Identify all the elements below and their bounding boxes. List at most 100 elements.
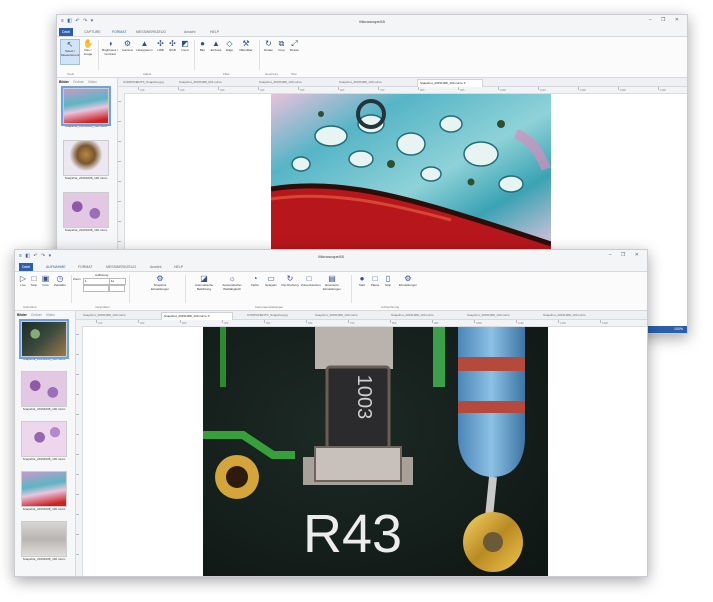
- select-measurement-button[interactable]: ↖ Select / Measurement: [60, 39, 80, 65]
- flip-drehung-button[interactable]: ↻ Flip Drehung: [281, 274, 299, 288]
- tab-help[interactable]: HELP: [171, 264, 186, 271]
- tab-datei[interactable]: Datei: [59, 28, 74, 36]
- doc-tab[interactable]: Snapshot_20151008_130.micro: [257, 79, 315, 86]
- thumbnail-item[interactable]: Snapshot_20151008_130.micro: [63, 192, 109, 233]
- image-canvas[interactable]: 1003 R43: [83, 327, 647, 576]
- snapshot-settings-button[interactable]: ⚙ Snapshot Einstellungen: [145, 274, 175, 291]
- doc-tab[interactable]: COMPONENTS_Snapshot.jpg: [245, 312, 301, 319]
- ruler-tick: [118, 161, 121, 162]
- mikrofilter-button[interactable]: ⚒ Mikrofilter: [236, 39, 256, 53]
- rotate-button[interactable]: ↻ Rotate: [262, 39, 275, 53]
- spiegeln-button[interactable]: ▭ Spiegeln: [263, 274, 279, 288]
- record-settings-button[interactable]: ⚙ Einstellungen: [397, 274, 419, 288]
- tab-messwerkzeug[interactable]: MESSWERKZEUG: [133, 29, 169, 36]
- doc-tab-active[interactable]: Snapshot_20151008_130.micro ✕: [417, 79, 483, 87]
- thumbnail-item[interactable]: Snapshot_20151008_130.micro: [21, 521, 67, 562]
- thumbnail-item[interactable]: Snapshot_20151008_130.micro: [21, 421, 67, 462]
- ruler-tick: [418, 87, 419, 90]
- tab-format[interactable]: FORMAT: [109, 29, 130, 36]
- ruler-tick: [474, 320, 475, 323]
- doc-tab[interactable]: Snapshot_20151008_130.micro: [313, 312, 377, 319]
- thumbnail-item[interactable]: Snapshot_20151008_130.micro: [21, 371, 67, 412]
- pan-image-button[interactable]: ✋ Pan / Image: [81, 39, 95, 56]
- crop-icon: ⧉: [278, 39, 285, 48]
- tab-aufnahme[interactable]: AUFNAHME: [43, 264, 69, 271]
- doc-tab[interactable]: Snapshot_20151008_130.micro: [389, 312, 453, 319]
- zoom-label: Zoom: [73, 277, 81, 281]
- hsb-button[interactable]: ✣ HSB: [155, 39, 166, 53]
- stop-button[interactable]: □ Stop: [29, 274, 39, 288]
- doc-tab[interactable]: Snapshot_20151008_130.micro: [337, 79, 395, 86]
- ruler-tick: [76, 554, 79, 555]
- tab-ansicht[interactable]: Ansicht: [181, 29, 198, 36]
- resolution-width-input[interactable]: [83, 285, 109, 292]
- doc-tab[interactable]: Snapshot_20151008_130.micro: [541, 312, 605, 319]
- document-tabs: COMPONENTS_Snapshot.jpg Snapshot_2015100…: [57, 78, 687, 87]
- ruler-label: 200: [140, 322, 145, 325]
- foto-button[interactable]: ▣ Foto: [40, 274, 51, 288]
- ruler-label: 900: [460, 89, 465, 92]
- thumbnail-sidebar: Bilder Ordner Video Snapshot_20151008_130.…: [15, 311, 76, 576]
- ruler-tick: [138, 320, 139, 323]
- thumbnail-item[interactable]: Snapshot_20151008_130.micro: [63, 140, 109, 181]
- ruler-tick: [96, 320, 97, 323]
- brightness-contrast-button[interactable]: ◑ Brightness / Contrast: [101, 39, 119, 56]
- zuruecksetzen-button[interactable]: □ Zuruecksetzen: [301, 274, 321, 288]
- ruler-label: 400: [260, 89, 265, 92]
- ruler-label: 1400: [660, 89, 666, 92]
- doc-tab[interactable]: Snapshot_20151008_001.micro: [177, 79, 235, 86]
- crop-button[interactable]: ⧉ Crop: [276, 39, 287, 53]
- auto-exposure-button[interactable]: ◪ Automatische Belichtung: [193, 274, 215, 291]
- resolution-height-input[interactable]: [109, 285, 125, 292]
- ruler-label: 700: [380, 89, 385, 92]
- resize-button[interactable]: ⤢ Resize: [288, 39, 301, 53]
- sidebar-tab-ordner[interactable]: Ordner: [31, 313, 42, 317]
- tab-help[interactable]: HELP: [207, 29, 222, 36]
- record-stop-button[interactable]: ▯ Stop: [383, 274, 393, 288]
- ruler-tick: [600, 320, 601, 323]
- rotate-icon: ↻: [265, 39, 272, 48]
- ruler-label: 200: [180, 89, 185, 92]
- sidebar-tab-video[interactable]: Video: [88, 80, 97, 84]
- auto-white-balance-button[interactable]: ☼ Automatischer Weißabgleich: [219, 274, 245, 291]
- zeitraffer-button[interactable]: ◷ Zeitraffer: [52, 274, 68, 288]
- tab-datei[interactable]: Datei: [19, 263, 34, 271]
- doc-tab-active[interactable]: Snapshot_20151008_130.micro ✕: [161, 312, 233, 320]
- emboss-button[interactable]: ▲ Emboss: [209, 39, 223, 53]
- doc-tab[interactable]: Snapshot_20151008_130.micro: [465, 312, 529, 319]
- record-start-button[interactable]: ● Start: [357, 274, 367, 288]
- histogramm-button[interactable]: ▲ Histogramm: [135, 39, 154, 53]
- rgb-button[interactable]: ✣ RGB: [167, 39, 178, 53]
- doc-tab[interactable]: COMPONENTS_Snapshot.jpg: [121, 79, 179, 86]
- divider: [98, 40, 99, 70]
- record-pause-button[interactable]: □ Pause: [369, 274, 381, 288]
- window-controls[interactable]: – ❐ ✕: [609, 252, 643, 258]
- invert-button[interactable]: ◩ Invert: [179, 39, 191, 53]
- sidebar-tab-ordner[interactable]: Ordner: [73, 80, 84, 84]
- ruler-tick: [76, 334, 79, 335]
- zoom-unit-select[interactable]: 1x: [109, 278, 126, 285]
- thumbnail-image: [21, 371, 67, 407]
- erweiterte-einstellungen-button[interactable]: ▤ Erweiterte Einstellungen: [319, 274, 345, 291]
- edge-button[interactable]: ◇ Edge: [224, 39, 235, 53]
- sidebar-tab-bilder[interactable]: Bilder: [59, 80, 69, 84]
- tab-messwerkzeug[interactable]: MESSWERKZEUG: [103, 264, 139, 271]
- sidebar-tab-video[interactable]: Video: [46, 313, 55, 317]
- window-controls[interactable]: – ❐ ✕: [649, 17, 683, 23]
- sidebar-tab-bilder[interactable]: Bilder: [17, 313, 27, 317]
- doc-tab[interactable]: Snapshot_20151008_130.micro: [81, 312, 145, 319]
- ruler-tick: [118, 121, 121, 122]
- microscope-image-plant-tissue: [271, 94, 551, 254]
- thumbnail-item[interactable]: Snapshot_20151008_130.micro: [61, 86, 111, 129]
- thumbnail-item[interactable]: Snapshot_20151008_130.micro: [19, 319, 69, 362]
- tab-format[interactable]: FORMAT: [75, 264, 96, 271]
- gamma-button[interactable]: ⚙ Gamma: [121, 39, 134, 53]
- tab-capture[interactable]: CAPTURE: [81, 29, 104, 36]
- live-button[interactable]: ▷ Live: [18, 274, 28, 288]
- tab-ansicht[interactable]: Ansicht: [147, 264, 164, 271]
- farbe-button[interactable]: ◔ Farbe: [249, 274, 261, 288]
- thumbnail-item[interactable]: Snapshot_20151008_130.micro: [21, 471, 67, 512]
- zoom-input[interactable]: 1: [83, 278, 110, 285]
- blur-button[interactable]: ● Blur: [197, 39, 208, 53]
- ruler-tick: [298, 87, 299, 90]
